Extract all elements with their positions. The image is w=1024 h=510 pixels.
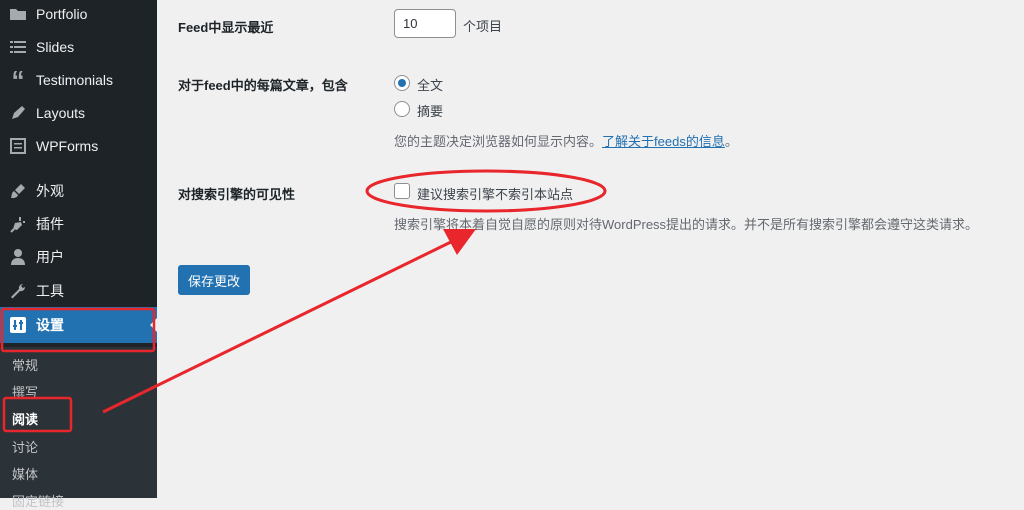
- sidebar-item-label: WPForms: [36, 137, 99, 154]
- sidebar-item-plugins[interactable]: 插件: [0, 207, 157, 240]
- sidebar-item-layouts[interactable]: Layouts: [0, 96, 157, 129]
- feed-count-input[interactable]: [394, 9, 456, 38]
- submenu-item-discussion[interactable]: 讨论: [12, 437, 38, 456]
- sidebar-item-label: Slides: [36, 38, 75, 55]
- sidebar-item-label: Testimonials: [36, 71, 114, 88]
- sidebar-item-settings[interactable]: 设置: [0, 307, 157, 343]
- radio-summary-label[interactable]: 摘要: [417, 101, 443, 120]
- discourage-search-checkbox[interactable]: [394, 183, 410, 199]
- feed-count-label: Feed中显示最近: [178, 20, 274, 35]
- feed-content-description: 您的主题决定浏览器如何显示内容。了解关于feeds的信息。: [394, 131, 738, 150]
- radio-full-text[interactable]: [394, 75, 410, 91]
- sidebar-item-label: Layouts: [36, 104, 86, 121]
- plugin-icon: [8, 214, 28, 234]
- sidebar-item-label: 用户: [36, 248, 64, 265]
- form-icon: [8, 136, 28, 156]
- sidebar-item-wpforms[interactable]: WPForms: [0, 129, 157, 162]
- brush-icon: [8, 181, 28, 201]
- folder-icon: [8, 4, 28, 24]
- sidebar-item-label: 设置: [36, 317, 64, 333]
- submenu-item-permalinks[interactable]: 固定链接: [12, 491, 64, 510]
- settings-submenu: 常规 撰写 阅读 讨论 媒体 固定链接: [0, 347, 157, 509]
- sidebar-item-label: 工具: [36, 282, 64, 299]
- sidebar-item-label: Portfolio: [36, 5, 88, 22]
- feed-count-suffix: 个项目: [463, 19, 503, 34]
- sidebar-item-testimonials[interactable]: “ Testimonials: [0, 63, 157, 96]
- sidebar-item-slides[interactable]: Slides: [0, 30, 157, 63]
- sidebar-item-appearance[interactable]: 外观: [0, 174, 157, 207]
- feeds-info-link[interactable]: 了解关于feeds的信息: [602, 134, 725, 149]
- feed-content-label: 对于feed中的每篇文章，包含: [178, 78, 348, 93]
- slides-icon: [8, 37, 28, 57]
- sidebar-item-tools[interactable]: 工具: [0, 274, 157, 307]
- discourage-search-label[interactable]: 建议搜索引擎不索引本站点: [417, 184, 573, 203]
- wrench-icon: [8, 281, 28, 301]
- submenu-item-general[interactable]: 常规: [12, 355, 38, 374]
- sidebar-item-portfolio[interactable]: Portfolio: [0, 0, 157, 30]
- visibility-label: 对搜索引擎的可见性: [178, 187, 296, 202]
- quote-icon: “: [11, 64, 25, 95]
- feed-description-text: 您的主题决定浏览器如何显示内容。: [394, 134, 603, 149]
- submenu-item-writing[interactable]: 撰写: [12, 382, 38, 401]
- submenu-item-media[interactable]: 媒体: [12, 464, 38, 483]
- submenu-item-reading[interactable]: 阅读: [12, 409, 38, 428]
- admin-sidebar: Portfolio Slides “ Testimonials Layouts …: [0, 0, 157, 509]
- settings-icon: [8, 315, 28, 335]
- sidebar-item-label: 插件: [36, 215, 64, 232]
- feed-link-suffix: 。: [724, 134, 738, 149]
- visibility-description: 搜索引擎将本着自觉自愿的原则对待WordPress提出的请求。并不是所有搜索引擎…: [394, 217, 979, 232]
- user-icon: [8, 247, 28, 267]
- radio-full-text-label[interactable]: 全文: [417, 75, 443, 94]
- save-changes-button[interactable]: 保存更改: [178, 265, 250, 295]
- radio-summary[interactable]: [394, 101, 410, 117]
- sidebar-item-users[interactable]: 用户: [0, 240, 157, 273]
- sidebar-item-label: 外观: [36, 182, 64, 199]
- current-menu-caret: [150, 318, 157, 332]
- pen-icon: [8, 103, 28, 123]
